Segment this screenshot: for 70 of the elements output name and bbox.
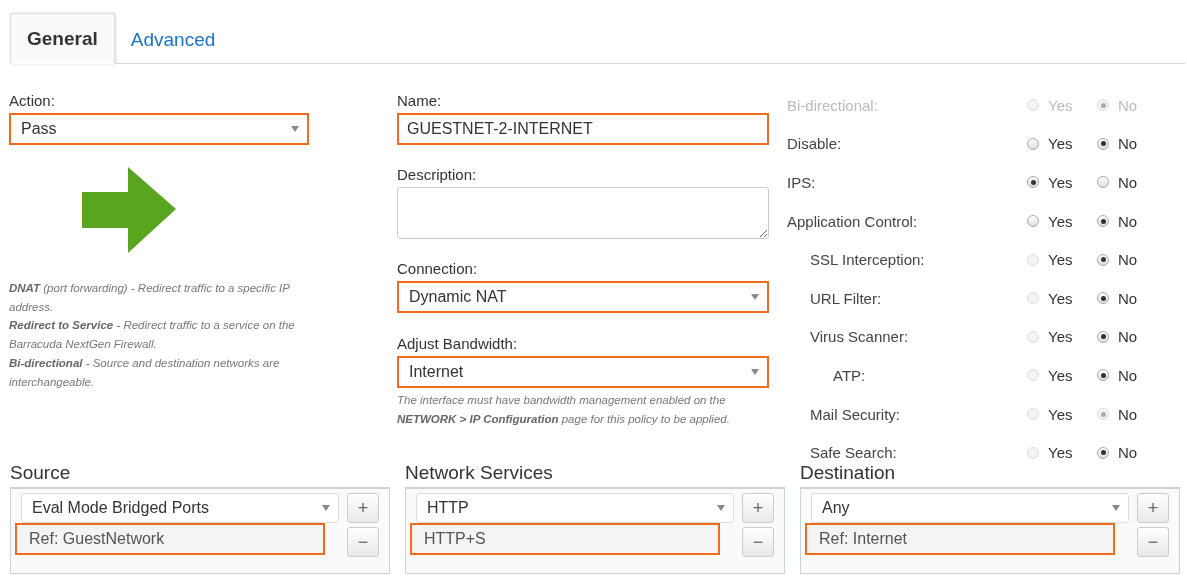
radio-button[interactable]: [1097, 369, 1109, 382]
radio-button[interactable]: [1097, 253, 1109, 266]
dropdown[interactable]: Pass: [9, 113, 309, 145]
radio-label[interactable]: No: [1118, 135, 1138, 153]
radio-button[interactable]: [1027, 137, 1039, 150]
radio-label[interactable]: No: [1118, 328, 1138, 346]
section-title: Destination: [800, 462, 897, 484]
section-title: Network Services: [405, 462, 554, 484]
option-label: SSL Interception:: [809, 251, 926, 269]
option-label: IPS:: [787, 174, 817, 191]
option-label: Mail Security:: [809, 405, 902, 423]
list-item[interactable]: HTTP+S: [410, 523, 720, 555]
option-label: Bi-directional:: [787, 96, 879, 114]
remove-button[interactable]: −: [347, 527, 379, 557]
radio-label[interactable]: No: [1118, 444, 1138, 462]
caret-icon: [322, 505, 330, 511]
radio-label[interactable]: Yes: [1048, 174, 1073, 191]
option-label: Application Control:: [787, 212, 919, 230]
caret-icon: [1112, 505, 1120, 511]
option-label: Virus Scanner:: [809, 328, 910, 346]
help-text: Redirect to Service - Redirect traffic to a service on the Barracuda NextGen Firewall.: [9, 318, 296, 353]
dropdown[interactable]: Eval Mode Bridged Ports: [21, 493, 339, 523]
field-label: Action:: [9, 92, 56, 109]
radio-label[interactable]: Yes: [1048, 212, 1073, 230]
radio-label[interactable]: No: [1118, 251, 1138, 269]
field-label: Connection:: [397, 260, 479, 277]
option-label: URL Filter:: [809, 289, 883, 307]
dropdown[interactable]: Any: [811, 493, 1129, 523]
add-button[interactable]: +: [1137, 493, 1169, 523]
remove-button[interactable]: −: [742, 527, 774, 557]
tab[interactable]: Advanced: [114, 15, 232, 64]
name-field[interactable]: GUESTNET-2-INTERNET: [397, 113, 769, 145]
caret-icon: [751, 294, 759, 300]
list-item[interactable]: Ref: GuestNetwork: [15, 523, 325, 555]
radio-label[interactable]: No: [1118, 212, 1138, 230]
radio-button[interactable]: [1097, 446, 1109, 459]
radio-button[interactable]: [1097, 292, 1109, 305]
caret-icon: [291, 126, 299, 132]
radio-button[interactable]: [1027, 176, 1039, 189]
radio-label[interactable]: No: [1118, 174, 1138, 191]
radio-label[interactable]: No: [1118, 366, 1138, 384]
help-text: DNAT (port forwarding) - Redirect traffic to a specific IP address.: [9, 281, 291, 315]
dropdown[interactable]: Internet: [397, 356, 769, 388]
caret-icon: [717, 505, 725, 511]
field-label: Name:: [397, 92, 443, 109]
field-label: Adjust Bandwidth:: [397, 335, 519, 352]
dropdown[interactable]: HTTP: [416, 493, 734, 523]
option-label: Disable:: [787, 135, 843, 153]
caret-icon: [751, 369, 759, 375]
help-text: The interface must have bandwidth management enabled on the NETWORK > IP Configuration page for this policy to be applied.: [397, 393, 731, 427]
add-button[interactable]: +: [347, 493, 379, 523]
radio-label[interactable]: No: [1118, 289, 1138, 307]
help-text: Bi-directional - Source and destination networks are interchangeable.: [9, 355, 281, 390]
radio-label[interactable]: Yes: [1048, 135, 1073, 153]
dropdown[interactable]: Dynamic NAT: [397, 281, 769, 313]
radio-button[interactable]: [1027, 215, 1039, 228]
radio-button[interactable]: [1097, 330, 1109, 343]
option-label: Safe Search:: [809, 444, 898, 462]
field-label: Description:: [397, 166, 478, 183]
tab[interactable]: General: [10, 13, 115, 64]
radio-button[interactable]: [1097, 176, 1109, 189]
description-field[interactable]: [397, 187, 769, 239]
radio-button[interactable]: [1097, 215, 1109, 228]
option-label: ATP:: [832, 366, 867, 384]
section-title: Source: [10, 462, 72, 484]
list-item[interactable]: Ref: Internet: [805, 523, 1115, 555]
remove-button[interactable]: −: [1137, 527, 1169, 557]
add-button[interactable]: +: [742, 493, 774, 523]
radio-button[interactable]: [1097, 137, 1109, 150]
arrow-icon: [82, 167, 176, 253]
